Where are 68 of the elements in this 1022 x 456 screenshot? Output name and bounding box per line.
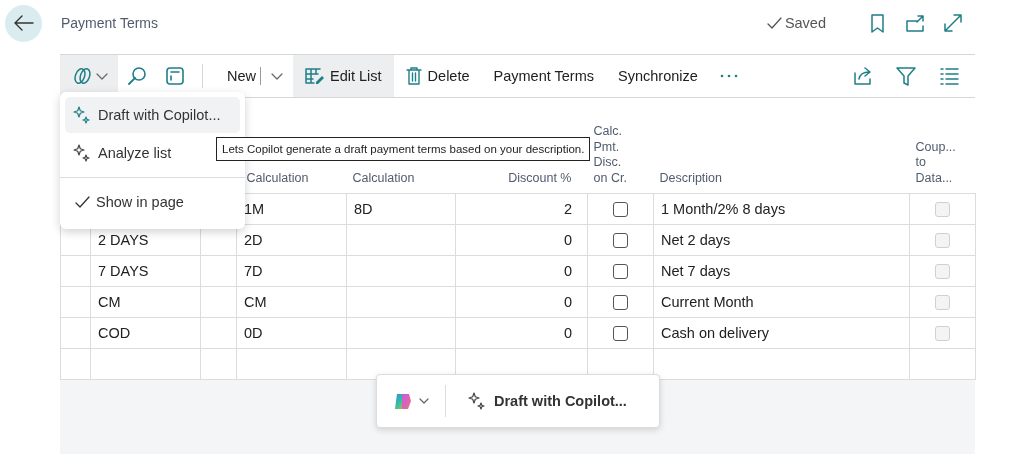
draft-with-copilot-button[interactable]: Draft with Copilot...: [460, 383, 635, 419]
column-header[interactable]: Calculation: [246, 170, 309, 186]
checkbox[interactable]: [613, 326, 628, 342]
share-icon: [854, 67, 872, 85]
table-cell: 1 Month/2% 8 days: [661, 201, 786, 217]
sparkle-icon: [73, 144, 90, 162]
check-icon: [766, 16, 783, 30]
table-cell: Net 7 days: [661, 263, 731, 279]
copilot-logo-icon: [393, 391, 413, 411]
table-cell: CM: [98, 294, 121, 310]
column-header[interactable]: Discount %: [508, 170, 572, 186]
column-header[interactable]: Description: [659, 170, 723, 186]
table-cell: 0: [563, 232, 572, 248]
table-cell: 2: [563, 201, 572, 217]
toolbar-action[interactable]: Payment Terms: [481, 55, 606, 97]
table-cell: 8D: [354, 201, 373, 217]
toolbar-action[interactable]: Synchronize: [606, 55, 710, 97]
page-title: Payment Terms: [61, 15, 158, 31]
checkbox[interactable]: [613, 202, 628, 218]
saved-status: Saved: [784, 15, 826, 31]
expand-icon: [944, 14, 962, 32]
more-icon: [719, 74, 738, 78]
column-header[interactable]: Calculation: [352, 170, 415, 186]
chevron-down-icon: [419, 398, 429, 404]
copilot-menu-button[interactable]: [60, 55, 118, 97]
open-new-window-button[interactable]: [904, 12, 926, 34]
chevron-down-icon: [96, 72, 108, 80]
edit-list-button[interactable]: Edit List: [293, 55, 394, 97]
checkbox[interactable]: [613, 233, 628, 249]
table-cell: 2 DAYS: [98, 232, 149, 248]
checkbox[interactable]: [613, 264, 628, 280]
filter-icon: [896, 66, 916, 86]
delete-button[interactable]: Delete: [393, 55, 482, 97]
table-cell: COD: [98, 325, 131, 341]
table-cell: 7D: [244, 263, 263, 279]
edit-table-icon: [305, 67, 324, 85]
popout-icon: [906, 14, 924, 32]
new-button[interactable]: New: [215, 55, 260, 97]
checkbox[interactable]: [613, 295, 628, 311]
table-cell: Cash on delivery: [661, 325, 769, 341]
sparkle-icon: [73, 106, 90, 124]
table-cell: 0: [563, 325, 572, 341]
back-button[interactable]: [5, 4, 42, 42]
table-cell: 0: [563, 263, 572, 279]
back-arrow-icon: [13, 14, 34, 32]
expand-button[interactable]: [942, 12, 964, 34]
table-cell: CM: [244, 294, 267, 310]
table-cell: 0: [563, 294, 572, 310]
table-cell: 1M: [244, 201, 265, 217]
layout-icon: [166, 67, 184, 85]
list-icon: [940, 66, 959, 86]
check-icon: [75, 196, 90, 208]
trash-icon: [405, 67, 422, 85]
sparkle-icon: [468, 392, 485, 410]
menu-item[interactable]: Analyze list: [65, 135, 180, 171]
menu-item[interactable]: Show in page: [65, 184, 192, 220]
bookmark-icon: [870, 13, 884, 33]
column-header[interactable]: Calc. Pmt. Disc. on Cr.: [593, 124, 634, 186]
chevron-down-icon: [271, 72, 283, 80]
table-cell: Net 2 days: [661, 232, 731, 248]
copilot-icon: [74, 67, 92, 85]
table-cell: 7 DAYS: [98, 263, 149, 279]
table-cell: 2D: [244, 232, 263, 248]
table-cell: Current Month: [661, 294, 754, 310]
table-cell: 0D: [244, 325, 263, 341]
search-icon: [128, 67, 146, 85]
tooltip: Lets Copilot generate a draft payment terms based on your description.: [216, 137, 591, 161]
menu-item[interactable]: Draft with Copilot...: [65, 97, 240, 133]
